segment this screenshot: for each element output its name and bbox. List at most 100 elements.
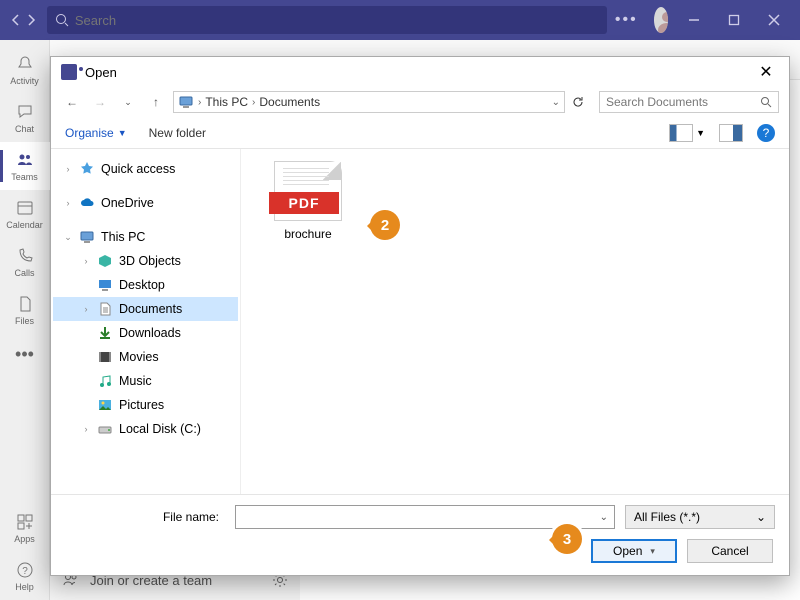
cloud-icon [79, 195, 95, 211]
tree-label: OneDrive [101, 196, 154, 210]
download-icon [97, 325, 113, 341]
file-brochure[interactable]: PDF brochure [253, 161, 363, 241]
tree-local-disk[interactable]: ›Local Disk (C:) [53, 417, 238, 441]
tree-label: Documents [119, 302, 182, 316]
music-icon [97, 373, 113, 389]
search-input[interactable] [75, 13, 599, 28]
rail-help[interactable]: ?Help [0, 552, 50, 600]
cancel-button[interactable]: Cancel [687, 539, 773, 563]
search-box[interactable] [47, 6, 607, 34]
tree-quick-access[interactable]: ›Quick access [53, 157, 238, 181]
nav-recent-caret[interactable]: ⌄ [117, 97, 139, 108]
cube-icon [97, 253, 113, 269]
refresh-button[interactable] [571, 95, 593, 109]
rail-files[interactable]: Files [0, 286, 50, 334]
tree-desktop[interactable]: Desktop [53, 273, 238, 297]
chevron-down-icon[interactable]: ⌄ [600, 512, 608, 523]
rail-chat[interactable]: Chat [0, 94, 50, 142]
search-icon [760, 96, 772, 108]
tree-label: Pictures [119, 398, 164, 412]
tree-documents[interactable]: › Documents [53, 297, 238, 321]
chevron-right-icon: › [198, 97, 201, 108]
calendar-icon [15, 198, 35, 218]
avatar[interactable] [654, 7, 668, 33]
nav-forward-button: → [89, 95, 111, 109]
rail-label: Calendar [6, 220, 43, 230]
chevron-down-icon[interactable]: ⌄ [552, 97, 560, 108]
rail-calendar[interactable]: Calendar [0, 190, 50, 238]
new-folder-button[interactable]: New folder [149, 126, 206, 140]
rail-label: Files [15, 316, 34, 326]
tree-3d-objects[interactable]: ›3D Objects [53, 249, 238, 273]
nav-back-button[interactable]: ← [61, 95, 83, 109]
tree-movies[interactable]: Movies [53, 345, 238, 369]
picture-icon [97, 397, 113, 413]
more-icon[interactable]: ••• [607, 11, 646, 29]
phone-icon [15, 246, 35, 266]
minimize-button[interactable] [676, 4, 712, 36]
caret-down-icon[interactable]: ▾ [650, 546, 655, 557]
search-placeholder: Search Documents [606, 95, 708, 109]
button-label: Cancel [711, 544, 748, 558]
forward-button[interactable] [23, 6, 38, 34]
tree-pictures[interactable]: Pictures [53, 393, 238, 417]
rail-calls[interactable]: Calls [0, 238, 50, 286]
rail-activity[interactable]: Activity [0, 46, 50, 94]
chevron-right-icon[interactable]: › [81, 424, 91, 434]
rail-apps[interactable]: Apps [0, 504, 50, 552]
apps-icon [15, 512, 35, 532]
chevron-right-icon[interactable]: › [81, 304, 91, 314]
drive-icon [97, 421, 113, 437]
file-list: PDF brochure [241, 149, 789, 494]
help-button[interactable]: ? [757, 124, 775, 142]
teams-app-icon [61, 64, 77, 80]
tree-music[interactable]: Music [53, 369, 238, 393]
dialog-close-button[interactable]: ✕ [753, 59, 779, 85]
tree-downloads[interactable]: Downloads [53, 321, 238, 345]
app-rail: Activity Chat Teams Calendar Calls Files… [0, 40, 50, 600]
pc-icon [178, 94, 194, 110]
chevron-down-icon[interactable]: ⌄ [63, 232, 73, 243]
view-mode-button[interactable]: ▼ [669, 124, 705, 142]
desktop-icon [97, 277, 113, 293]
chevron-right-icon[interactable]: › [81, 256, 91, 266]
star-icon [79, 161, 95, 177]
file-name: brochure [284, 227, 331, 241]
rail-more[interactable]: ••• [0, 334, 49, 374]
nav-up-button[interactable]: ↑ [145, 95, 167, 109]
close-button[interactable] [756, 4, 792, 36]
dialog-titlebar: Open ✕ [51, 57, 789, 87]
open-button[interactable]: Open▾ [591, 539, 677, 563]
rail-teams[interactable]: Teams [0, 142, 50, 190]
crumb-root[interactable]: This PC [205, 95, 248, 109]
filename-input[interactable]: ⌄ [235, 505, 615, 529]
preview-pane-button[interactable] [719, 124, 743, 142]
chevron-down-icon: ⌄ [756, 510, 766, 524]
document-icon [97, 301, 113, 317]
tree-this-pc[interactable]: ⌄This PC [53, 225, 238, 249]
rail-label: Calls [14, 268, 34, 278]
file-type-filter[interactable]: All Files (*.*) ⌄ [625, 505, 775, 529]
pdf-icon: PDF [274, 161, 342, 221]
folder-tree: ›Quick access › OneDrive ⌄This PC ›3D Obj… [51, 149, 241, 494]
crumb-folder[interactable]: Documents [259, 95, 320, 109]
teams-icon [15, 150, 35, 170]
tree-label: Movies [119, 350, 159, 364]
filename-label: File name: [65, 510, 225, 524]
chevron-right-icon[interactable]: › [63, 198, 73, 208]
back-button[interactable] [8, 6, 23, 34]
tree-onedrive[interactable]: › OneDrive [53, 191, 238, 215]
organise-menu[interactable]: Organise ▼ [65, 126, 127, 140]
search-icon [55, 13, 69, 27]
chevron-right-icon[interactable]: › [63, 164, 73, 174]
dialog-toolbar: Organise ▼ New folder ▼ ? [51, 117, 789, 149]
maximize-button[interactable] [716, 4, 752, 36]
filter-label: All Files (*.*) [634, 510, 700, 524]
rail-label: Activity [10, 76, 39, 86]
caret-down-icon: ▼ [118, 128, 127, 138]
dialog-search[interactable]: Search Documents [599, 91, 779, 113]
film-icon [97, 349, 113, 365]
organise-label: Organise [65, 126, 114, 140]
breadcrumb[interactable]: › This PC › Documents ⌄ [173, 91, 565, 113]
dialog-footer: File name: ⌄ All Files (*.*) ⌄ Open▾ Canc… [51, 494, 789, 575]
